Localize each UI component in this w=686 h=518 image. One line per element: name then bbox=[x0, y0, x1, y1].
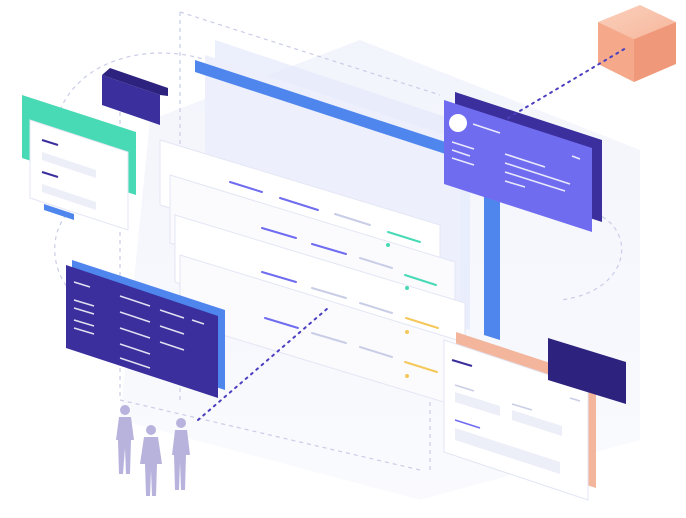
cube-icon bbox=[598, 5, 676, 82]
illustration-canvas bbox=[22, 5, 676, 501]
illustration bbox=[0, 0, 686, 518]
person-figure bbox=[140, 425, 162, 496]
form-card bbox=[22, 95, 136, 231]
avatar-icon bbox=[449, 114, 467, 132]
indigo-tile bbox=[102, 68, 168, 125]
